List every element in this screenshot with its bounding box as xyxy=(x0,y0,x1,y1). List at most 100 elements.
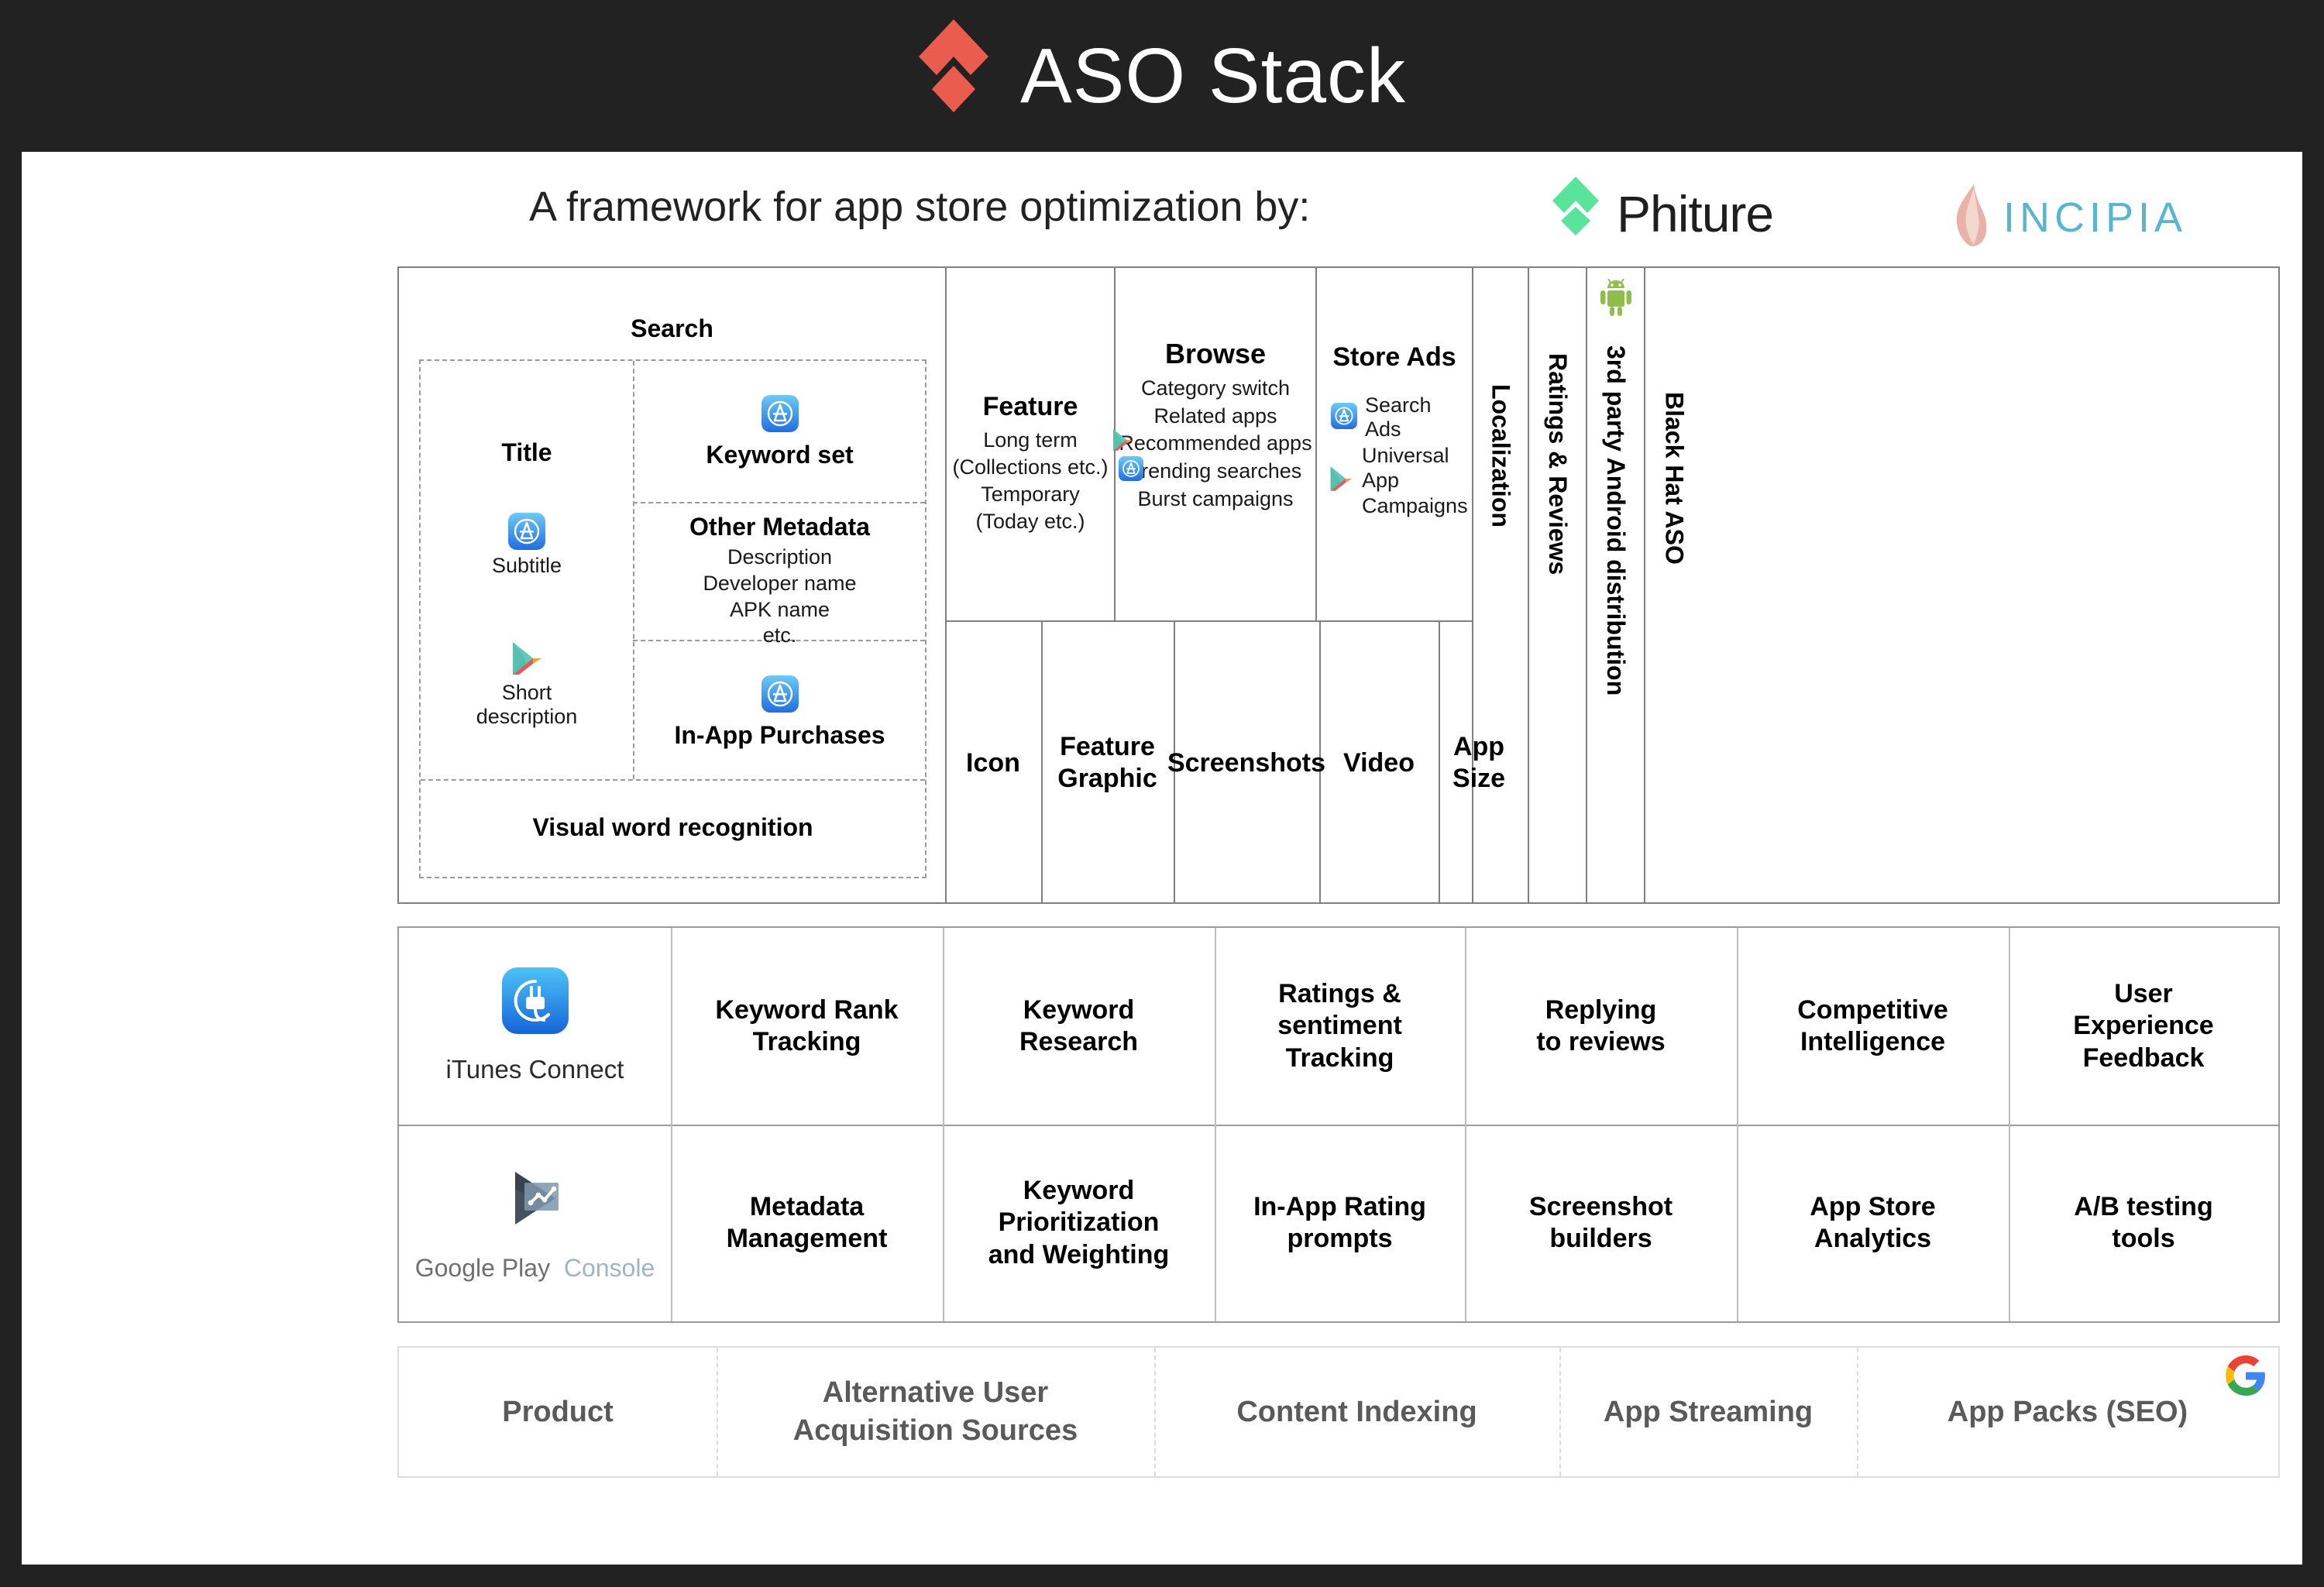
conversion-cell-label: Video xyxy=(1343,747,1415,778)
browse-item-label: Recommended apps xyxy=(1119,431,1312,455)
conversion-cell-feature-graphic: Feature Graphic xyxy=(1043,622,1172,904)
conversion-cell-label-line2: Graphic xyxy=(1057,764,1157,793)
store-ads-item-label-line1: Universal App xyxy=(1362,444,1449,493)
other-metadata-line: Description xyxy=(727,545,833,569)
tool-cell-metadata-management: Metadata Management xyxy=(671,1125,943,1321)
tool-cell-ab-testing-tools: A/B testing tools xyxy=(2009,1125,2278,1321)
store-ads-item-label: Search Ads xyxy=(1365,393,1432,441)
browse-item-row: Recommended apps xyxy=(1113,429,1315,458)
page-title: ASO Stack xyxy=(1019,33,1407,119)
tool-label-line: and Weighting xyxy=(988,1239,1170,1269)
other-metadata-heading: Other Metadata xyxy=(689,513,870,541)
tool-label-line: Prioritization xyxy=(998,1207,1160,1238)
title-cell: Title Subtitle Short description xyxy=(421,361,633,779)
tool-label-line: Research xyxy=(1019,1027,1139,1056)
tool-label-line: Competitive xyxy=(1797,994,1948,1025)
vertical-column-3rd-party-android-distribution: 3rd party Android distribution xyxy=(1587,268,1644,904)
subtitle-label: Subtitle xyxy=(491,554,562,577)
keyword-set-cell: Keyword set xyxy=(634,361,925,502)
outside-cell-app-streaming: App Streaming xyxy=(1559,1348,1857,1476)
browse-item: Related apps xyxy=(1153,404,1277,428)
outside-cell-label-line2: Acquisition Sources xyxy=(792,1414,1078,1447)
tool-label-line: User xyxy=(2114,978,2173,1008)
outside-cell-label: Product xyxy=(502,1395,614,1428)
phiture-logo: Phiture xyxy=(1552,175,1774,252)
tool-cell-keyword-rank-tracking: Keyword Rank Tracking xyxy=(671,928,943,1125)
in-app-purchases-label: In-App Purchases xyxy=(674,721,885,749)
conversion-cell-icon: Icon xyxy=(947,622,1040,904)
visual-word-recognition-label: Visual word recognition xyxy=(532,813,813,841)
tool-cell-itunes-connect: iTunes Connect xyxy=(399,928,671,1125)
outside-cell-content-indexing: Content Indexing xyxy=(1154,1348,1559,1476)
browse-item: Burst campaigns xyxy=(1137,486,1294,510)
aso-stack-logo-icon xyxy=(918,18,989,134)
tool-label-line: tools xyxy=(2112,1224,2175,1253)
feature-line: Long term (Collections etc.) xyxy=(952,428,1109,479)
google-g-icon xyxy=(2226,1355,2266,1406)
black-hat-aso-label: Black Hat ASO xyxy=(1660,392,1689,565)
search-heading: Search xyxy=(631,314,713,342)
incipia-wordmark: INCIPIA xyxy=(2003,194,2188,241)
conversion-cell-label-line2: Size xyxy=(1452,764,1506,793)
googleplay-icon xyxy=(1328,465,1354,496)
tool-cell-user-experience-feedback: User Experience Feedback xyxy=(2009,928,2278,1125)
short-description-item: Short description xyxy=(421,640,633,729)
tool-cell-in-app-rating-prompts: In-App Rating prompts xyxy=(1215,1125,1465,1321)
incipia-flame-icon xyxy=(1951,183,1992,252)
3rd-party-android-distribution-label: 3rd party Android distribution xyxy=(1602,345,1630,696)
outside-cell-alternative-user-acquisition-sources: Alternative User Acquisition Sources xyxy=(717,1348,1154,1476)
phiture-mark-icon xyxy=(1552,175,1600,252)
tool-label-line: Metadata xyxy=(749,1191,865,1221)
conversion-cell-video: Video xyxy=(1321,622,1437,904)
tool-cell-app-store-analytics: App Store Analytics xyxy=(1737,1125,2009,1321)
tool-cell-google-play-console: Google Play Console xyxy=(399,1125,671,1321)
search-block: Search Title Subtitle Short description … xyxy=(399,268,945,904)
short-description-label: Short description xyxy=(421,681,633,729)
outside-store-grid: Product Alternative User Acquisition Sou… xyxy=(397,1346,2280,1478)
google-play-console-icon xyxy=(500,1163,571,1242)
tool-label-line: Feedback xyxy=(2082,1043,2205,1073)
store-ads-cell: Store Ads Search Ads Universal App Campa… xyxy=(1317,268,1472,620)
googleplay-icon xyxy=(510,642,544,680)
subtitle-row: A framework for app store optimization b… xyxy=(22,166,2302,251)
tool-label-line: Management xyxy=(726,1224,888,1253)
conversion-cell-label-line1: Feature xyxy=(1060,732,1155,762)
browse-cell: Browse Category switch Related apps Reco… xyxy=(1113,268,1315,620)
appstore-icon xyxy=(761,675,799,716)
outside-cell-app-packs-seo: App Packs (SEO) xyxy=(1857,1348,2278,1476)
browse-heading: Browse xyxy=(1164,338,1267,369)
google-play-label: Google Play xyxy=(414,1253,551,1282)
console-label: Console xyxy=(563,1253,655,1282)
vertical-column-black-hat-aso: Black Hat ASO xyxy=(1645,268,1703,904)
conversion-cell-app-size: App Size xyxy=(1440,622,1518,904)
outside-cell-label-line1: Alternative User xyxy=(822,1376,1049,1410)
tool-cell-keyword-prioritization-and-weighting: Keyword Prioritization and Weighting xyxy=(943,1125,1215,1321)
other-metadata-cell: Other Metadata Description Developer nam… xyxy=(634,503,925,647)
search-dashed-container: Title Subtitle Short description Keyword… xyxy=(419,359,927,878)
googleplay-icon xyxy=(1111,428,1134,460)
feature-cell: Feature Long term (Collections etc.) Tem… xyxy=(947,268,1114,620)
appstore-icon xyxy=(1119,455,1143,489)
android-icon xyxy=(1587,277,1644,318)
poster-canvas: A framework for app store optimization b… xyxy=(22,152,2302,1565)
short-description-line1: Short xyxy=(501,681,552,704)
tool-label-line: builders xyxy=(1549,1224,1652,1253)
visual-word-recognition-cell: Visual word recognition xyxy=(421,781,925,878)
outside-cell-product: Product xyxy=(399,1348,717,1476)
store-ads-heading: Store Ads xyxy=(1332,342,1456,372)
conversion-cell-label: Icon xyxy=(966,747,1020,778)
framework-tagline: A framework for app store optimization b… xyxy=(529,184,1311,230)
title-heading: Title xyxy=(501,438,552,466)
tool-cell-replying-to-reviews: Replying to reviews xyxy=(1465,928,1737,1125)
tools-grid: iTunes Connect Keyword Rank Tracking Key… xyxy=(397,926,2280,1323)
other-metadata-line: Developer name xyxy=(703,571,857,595)
conversion-cell-screenshots: Screenshots xyxy=(1167,622,1325,904)
tool-label-line: Tracking xyxy=(752,1027,861,1056)
visibility-conversion-grid: Search Title Subtitle Short description … xyxy=(397,266,2280,904)
store-ads-item-universal-app-campaigns: Universal App Campaigns xyxy=(1328,443,1472,518)
store-ads-item-label-line2: Campaigns xyxy=(1362,493,1468,517)
feature-line: Temporary (Today etc.) xyxy=(975,483,1085,534)
appstore-icon xyxy=(761,395,799,435)
outside-cell-label: App Packs (SEO) xyxy=(1947,1395,2188,1428)
tool-label-line: Tracking xyxy=(1285,1043,1394,1073)
